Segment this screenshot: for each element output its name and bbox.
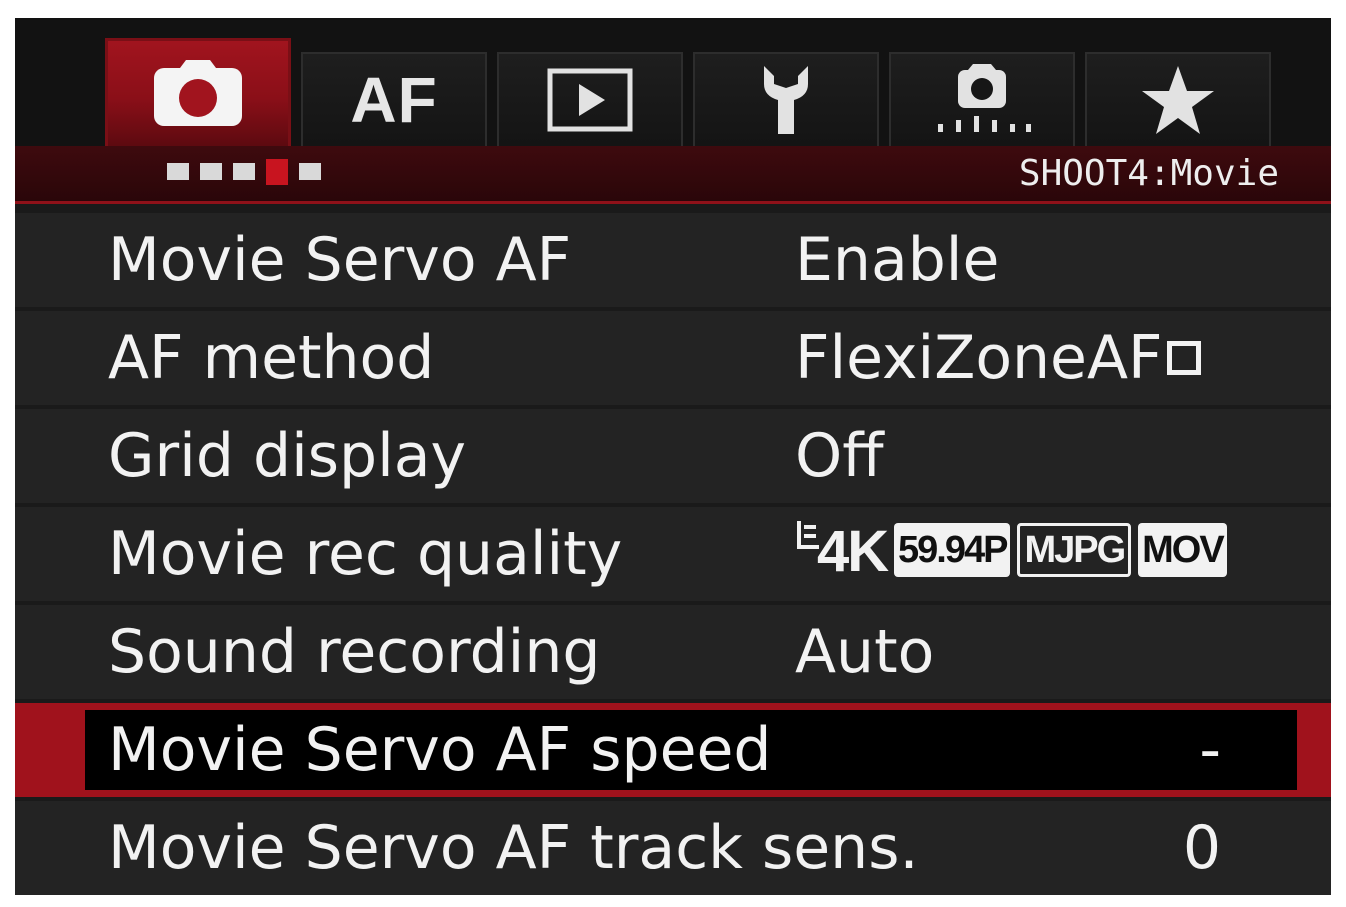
menu-item-movie-servo-af-track-sens[interactable]: Movie Servo AF track sens. 0	[15, 801, 1331, 895]
menu-item-label: Sound recording	[108, 617, 601, 687]
tab-shooting[interactable]	[105, 38, 291, 146]
af-area-box-icon	[1166, 341, 1201, 375]
tab-af[interactable]: AF	[301, 52, 487, 146]
page-dot	[200, 163, 222, 180]
menu-item-af-method[interactable]: AF method FlexiZoneAF	[15, 311, 1331, 405]
menu-item-label: Movie Servo AF	[108, 225, 572, 295]
menu-item-value: FlexiZoneAF	[795, 323, 1163, 393]
tab-custom-functions[interactable]	[889, 52, 1075, 146]
star-icon	[1142, 66, 1214, 134]
af-icon: AF	[350, 64, 438, 136]
menu-tab-bar: AF	[15, 18, 1331, 146]
wrench-icon	[764, 66, 808, 134]
menu-item-value: Auto	[795, 617, 935, 687]
menu-item-sound-recording[interactable]: Sound recording Auto	[15, 605, 1331, 699]
tab-setup[interactable]	[693, 52, 879, 146]
menu-list: Movie Servo AF Enable AF method FlexiZon…	[15, 213, 1331, 895]
section-title: SHOOT4:Movie	[1018, 153, 1279, 194]
page-dot	[299, 163, 321, 180]
tab-my-menu[interactable]	[1085, 52, 1271, 146]
menu-item-movie-servo-af-speed[interactable]: Movie Servo AF speed -	[15, 703, 1331, 797]
film-frame-icon	[797, 521, 819, 549]
menu-item-movie-servo-af[interactable]: Movie Servo AF Enable	[15, 213, 1331, 307]
playback-icon	[547, 68, 633, 132]
menu-item-movie-rec-quality[interactable]: Movie rec quality 4K 59.94P MJPG MOV	[15, 507, 1331, 601]
camera-icon	[154, 59, 242, 126]
menu-item-label: Movie Servo AF track sens.	[108, 813, 919, 883]
menu-item-grid-display[interactable]: Grid display Off	[15, 409, 1331, 503]
menu-item-value-wrap: FlexiZoneAF	[795, 321, 1201, 395]
tab-playback[interactable]	[497, 52, 683, 146]
menu-item-value: 0	[1182, 813, 1221, 883]
menu-item-label: Movie rec quality	[108, 519, 623, 589]
movie-quality-badges: 4K 59.94P MJPG MOV	[795, 517, 1227, 583]
page-dot	[167, 163, 189, 180]
page-dot-current	[266, 159, 288, 185]
menu-item-value: Off	[795, 421, 884, 491]
camera-menu-screen: AF SHOOT4:Movie Movie Servo AF Enable AF…	[15, 18, 1331, 895]
menu-item-label: Grid display	[108, 421, 467, 491]
compression-badge: MJPG	[1017, 523, 1132, 577]
menu-item-label: Movie Servo AF speed	[108, 715, 772, 785]
file-format-badge: MOV	[1138, 523, 1227, 577]
menu-item-value: -	[1199, 715, 1221, 785]
page-indicator	[167, 159, 321, 185]
page-dot	[233, 163, 255, 180]
menu-subheader: SHOOT4:Movie	[15, 146, 1331, 204]
movie-size-label: 4K	[817, 519, 889, 584]
custom-functions-icon	[938, 64, 1031, 132]
menu-item-value: Enable	[795, 225, 1000, 295]
movie-size-4k-icon: 4K	[795, 517, 889, 584]
menu-item-label: AF method	[108, 323, 435, 393]
frame-rate-badge: 59.94P	[894, 523, 1011, 577]
